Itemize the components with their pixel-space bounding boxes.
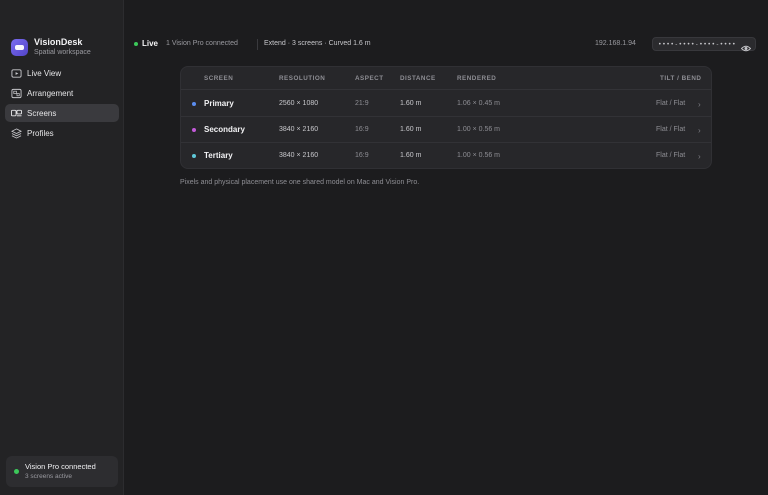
screen-resolution: 3840 × 2160 — [279, 152, 319, 159]
live-indicator: Live — [134, 39, 158, 48]
screen-distance: 1.60 m — [400, 126, 422, 133]
connection-text: 1 Vision Pro connected — [166, 40, 238, 47]
profiles-icon — [11, 127, 22, 139]
arrangement-icon — [11, 88, 22, 99]
screen-resolution: 2560 × 1080 — [279, 100, 319, 107]
chevron-right-icon[interactable]: › — [698, 126, 701, 135]
screen-name: Tertiary — [204, 151, 233, 160]
passcode-field[interactable] — [652, 37, 756, 52]
screen-color-dot-icon — [192, 128, 196, 132]
screen-color-dot-icon — [192, 102, 196, 106]
screen-name: Primary — [204, 99, 234, 108]
table-header: SCREEN RESOLUTION ASPECT DISTANCE RENDER… — [181, 67, 711, 90]
screen-distance: 1.60 m — [400, 152, 422, 159]
sidebar-item-label: Arrangement — [27, 88, 74, 98]
sidebar-item-profiles[interactable]: Profiles — [5, 124, 119, 142]
app-name: VisionDesk — [34, 37, 83, 47]
app-logo-icon — [11, 38, 28, 56]
column-header-aspect: ASPECT — [355, 75, 384, 82]
column-header-rendered: RENDERED — [457, 75, 497, 82]
mode-text: Extend · 3 screens · Curved 1.6 m — [264, 40, 371, 47]
live-dot-icon — [134, 41, 138, 46]
screen-resolution: 3840 × 2160 — [279, 126, 319, 133]
screen-distance: 1.60 m — [400, 100, 422, 107]
screen-color-dot-icon — [192, 154, 196, 158]
table-row[interactable]: Primary 2560 × 1080 21:9 1.60 m 1.06 × 0… — [181, 91, 711, 117]
screen-tilt-bend: Flat / Flat — [656, 126, 686, 133]
status-title: Vision Pro connected — [25, 462, 96, 471]
sidebar-nav: Live View Arrangement Screens Profiles — [5, 64, 119, 144]
sidebar: VisionDesk Spatial workspace Live View A… — [0, 0, 124, 495]
sidebar-item-arrangement[interactable]: Arrangement — [5, 84, 119, 102]
screen-rendered: 1.06 × 0.45 m — [457, 100, 501, 107]
chevron-right-icon[interactable]: › — [698, 100, 701, 109]
table-row[interactable]: Secondary 3840 × 2160 16:9 1.60 m 1.00 ×… — [181, 117, 711, 143]
sidebar-item-live-view[interactable]: Live View — [5, 64, 119, 82]
passcode-input[interactable] — [658, 40, 738, 48]
screen-aspect: 16:9 — [355, 152, 369, 159]
column-header-distance: DISTANCE — [400, 75, 436, 82]
column-header-screen: SCREEN — [204, 75, 234, 82]
sidebar-item-label: Profiles — [27, 128, 54, 138]
screen-tilt-bend: Flat / Flat — [656, 152, 686, 159]
connection-status-card: Vision Pro connected 3 screens active — [6, 456, 118, 487]
sidebar-item-label: Screens — [27, 108, 57, 118]
screen-rendered: 1.00 × 0.56 m — [457, 152, 501, 159]
live-view-icon — [11, 68, 22, 79]
eye-icon[interactable] — [740, 40, 752, 52]
status-subtitle: 3 screens active — [25, 473, 72, 480]
live-label: Live — [142, 39, 159, 48]
sidebar-item-screens[interactable]: Screens — [5, 104, 119, 122]
screen-aspect: 16:9 — [355, 126, 369, 133]
screen-aspect: 21:9 — [355, 100, 369, 107]
table-row[interactable]: Tertiary 3840 × 2160 16:9 1.60 m 1.00 × … — [181, 143, 711, 168]
screen-tilt-bend: Flat / Flat — [656, 100, 686, 107]
ip-address: 192.168.1.94 — [595, 40, 636, 47]
chevron-right-icon[interactable]: › — [698, 152, 701, 161]
app-subtitle: Spatial workspace — [34, 49, 91, 56]
top-status-bar: Live 1 Vision Pro connected Extend · 3 s… — [124, 36, 768, 53]
status-dot-icon — [14, 469, 19, 474]
column-header-tilt-bend: TILT / BEND — [660, 75, 702, 82]
screen-name: Secondary — [204, 125, 245, 134]
column-header-resolution: RESOLUTION — [279, 75, 326, 82]
divider — [257, 39, 258, 50]
brand: VisionDesk Spatial workspace — [11, 37, 91, 57]
screen-rendered: 1.00 × 0.56 m — [457, 126, 501, 133]
footnote: Pixels and physical placement use one sh… — [180, 179, 420, 186]
sidebar-item-label: Live View — [27, 68, 62, 78]
screens-icon — [11, 108, 22, 119]
screens-table: SCREEN RESOLUTION ASPECT DISTANCE RENDER… — [180, 66, 712, 169]
